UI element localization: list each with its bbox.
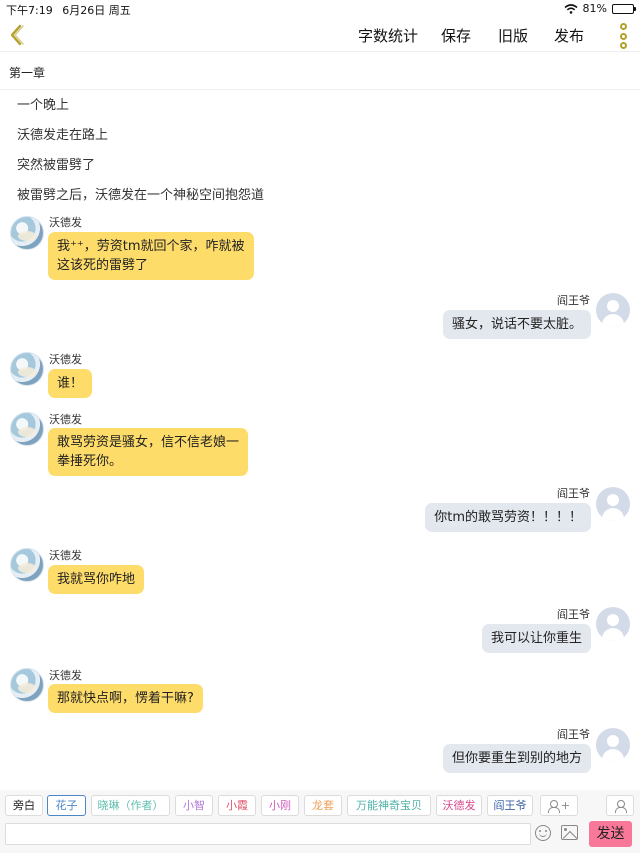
plus-icon: +: [560, 799, 571, 812]
narration-line[interactable]: 一个晚上: [17, 94, 69, 113]
battery-percent: 81%: [582, 2, 607, 15]
role-chip[interactable]: 万能神奇宝贝: [347, 795, 431, 816]
sender-name: 沃德发: [49, 549, 82, 562]
role-chip[interactable]: 沃德发: [436, 795, 482, 816]
sender-name: 阎王爷: [557, 728, 590, 741]
sender-name: 沃德发: [49, 216, 82, 229]
avatar[interactable]: [10, 216, 44, 250]
narration-line[interactable]: 被雷劈之后，沃德发在一个神秘空间抱怨道: [17, 184, 264, 203]
avatar[interactable]: [10, 412, 44, 446]
avatar[interactable]: [10, 668, 44, 702]
more-dot-icon: [619, 23, 627, 30]
message-text: 谁！: [57, 376, 84, 391]
message-bubble[interactable]: 我⁺⁺，劳资tm就回个家，咋就被 这该死的雷劈了: [48, 232, 254, 280]
message-text: 敢骂劳资是骚女，信不信老娘一: [57, 435, 240, 450]
battery-icon: [612, 3, 636, 14]
message-text: 我就骂你咋地: [57, 572, 136, 587]
add-role-button[interactable]: +: [540, 795, 578, 816]
chevron-left-icon: [10, 24, 24, 46]
avatar[interactable]: [596, 293, 630, 327]
message-bubble[interactable]: 那就快点啊，愣着干嘛?: [48, 684, 203, 713]
input-bar: 发送: [0, 820, 640, 853]
message-bubble[interactable]: 谁！: [48, 369, 93, 398]
person-icon: [615, 799, 627, 813]
message-bubble[interactable]: 骚女，说话不要太脏。: [442, 310, 591, 339]
more-options-button[interactable]: [616, 23, 630, 49]
message-input[interactable]: [5, 823, 531, 845]
sender-name: 沃德发: [49, 413, 82, 426]
message-text: 那就快点啊，愣着干嘛?: [57, 691, 194, 706]
role-bar: 旁白 花子 晓琳（作者） 小智 小霞 小刚 龙套 万能神奇宝贝 沃德发 阎王爷 …: [0, 790, 640, 820]
avatar[interactable]: [596, 728, 630, 762]
message-text: 我⁺⁺，劳资tm就回个家，咋就被: [57, 239, 245, 254]
role-chip[interactable]: 小霞: [218, 795, 256, 816]
more-dot-icon: [619, 32, 627, 40]
chapter-title[interactable]: 第一章: [9, 64, 45, 81]
sender-name: 阎王爷: [557, 487, 590, 500]
wifi-icon: [564, 3, 578, 14]
role-chip[interactable]: 小智: [175, 795, 213, 816]
sender-name: 沃德发: [49, 353, 82, 366]
role-chip[interactable]: 晓琳（作者）: [91, 795, 170, 816]
top-toolbar: 字数统计 保存 旧版 发布: [0, 18, 640, 52]
message-text: 这该死的雷劈了: [57, 258, 149, 273]
sender-name: 阎王爷: [557, 608, 590, 621]
send-button[interactable]: 发送: [589, 821, 632, 847]
message-text: 但你要重生到别的地方: [451, 751, 582, 766]
message-bubble[interactable]: 敢骂劳资是骚女，信不信老娘一 拳捶死你。: [48, 428, 249, 476]
sender-name: 阎王爷: [557, 294, 590, 307]
message-text: 你tm的敢骂劳资！！！！: [434, 510, 582, 525]
narration-line[interactable]: 突然被雷劈了: [17, 154, 95, 173]
role-chip[interactable]: 小刚: [261, 795, 299, 816]
save-button[interactable]: 保存: [441, 25, 471, 46]
publish-button[interactable]: 发布: [554, 25, 584, 46]
role-chip[interactable]: 阎王爷: [487, 795, 533, 816]
message-text: 骚女，说话不要太脏。: [451, 317, 582, 332]
role-chip[interactable]: 龙套: [304, 795, 342, 816]
back-button[interactable]: [6, 22, 28, 48]
sender-name: 沃德发: [49, 669, 82, 682]
avatar[interactable]: [596, 487, 630, 521]
message-text: 我可以让你重生: [490, 631, 582, 646]
chapter-divider: [0, 89, 640, 90]
narration-line[interactable]: 沃德发走在路上: [17, 124, 108, 143]
image-icon[interactable]: [561, 825, 578, 840]
message-bubble[interactable]: 你tm的敢骂劳资！！！！: [425, 503, 591, 532]
old-version-button[interactable]: 旧版: [498, 25, 528, 46]
more-dot-icon: [619, 42, 627, 49]
status-time-date: 下午7:19 6月26日 周五: [6, 2, 131, 18]
avatar[interactable]: [10, 352, 44, 386]
avatar[interactable]: [596, 607, 630, 641]
status-indicators: 81%: [564, 2, 636, 15]
person-icon: [547, 799, 560, 813]
status-bar: 下午7:19 6月26日 周五 81%: [0, 0, 640, 18]
word-count-button[interactable]: 字数统计: [358, 25, 418, 46]
message-bubble[interactable]: 但你要重生到别的地方: [442, 744, 591, 773]
role-chip[interactable]: 旁白: [5, 795, 43, 816]
status-date: 6月26日 周五: [62, 4, 131, 17]
message-bubble[interactable]: 我可以让你重生: [481, 624, 591, 653]
role-chip[interactable]: 花子: [47, 795, 86, 816]
message-text: 拳捶死你。: [57, 454, 123, 469]
message-bubble[interactable]: 我就骂你咋地: [48, 565, 145, 594]
role-manager-button[interactable]: [606, 795, 634, 816]
status-time: 下午7:19: [6, 4, 53, 17]
avatar[interactable]: [10, 548, 44, 582]
emoji-icon[interactable]: [535, 825, 551, 841]
